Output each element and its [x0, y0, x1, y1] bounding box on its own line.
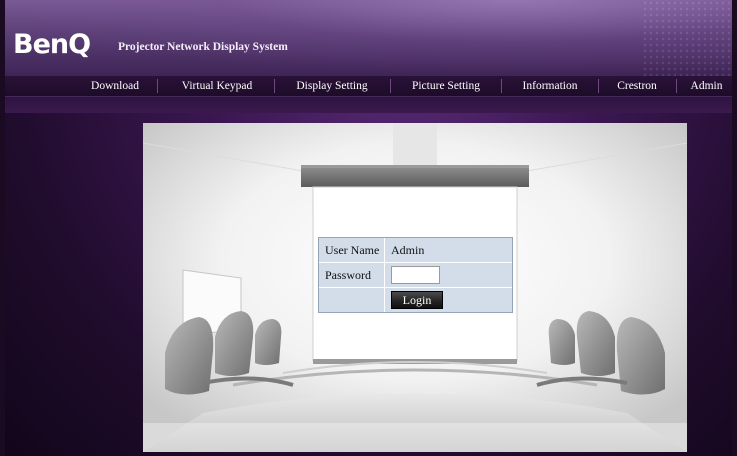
- product-title: Projector Network Display System: [118, 41, 288, 53]
- empty-cell: [319, 288, 385, 312]
- login-form: User Name Admin Password Login: [318, 237, 513, 313]
- header-decoration: [642, 0, 732, 76]
- nav-virtual-keypad[interactable]: Virtual Keypad: [167, 76, 267, 96]
- nav-subband: [5, 97, 732, 113]
- benq-logo: BenQ: [13, 29, 91, 60]
- password-cell: [385, 263, 512, 287]
- nav-information[interactable]: Information: [508, 76, 592, 96]
- nav-picture-setting[interactable]: Picture Setting: [397, 76, 495, 96]
- header: BenQ Projector Network Display System: [5, 0, 732, 76]
- nav-separator: [390, 79, 391, 93]
- username-value: Admin: [385, 238, 512, 262]
- nav-separator: [274, 79, 275, 93]
- password-row: Password: [319, 263, 512, 288]
- nav-separator: [501, 79, 502, 93]
- login-button-cell: Login: [385, 288, 512, 312]
- nav-download[interactable]: Download: [80, 76, 150, 96]
- nav-admin[interactable]: Admin: [681, 76, 732, 96]
- nav-separator: [598, 79, 599, 93]
- nav-separator: [157, 79, 158, 93]
- password-label: Password: [319, 263, 385, 287]
- content-panel: User Name Admin Password Login: [143, 123, 687, 452]
- login-button-row: Login: [319, 288, 512, 312]
- username-row: User Name Admin: [319, 238, 512, 263]
- nav-crestron[interactable]: Crestron: [603, 76, 671, 96]
- password-field[interactable]: [391, 266, 440, 284]
- nav-display-setting[interactable]: Display Setting: [281, 76, 383, 96]
- login-button[interactable]: Login: [391, 291, 443, 309]
- nav-separator: [676, 79, 677, 93]
- page-frame: BenQ Projector Network Display System Do…: [5, 0, 732, 456]
- main-nav: Download Virtual Keypad Display Setting …: [5, 76, 732, 97]
- username-label: User Name: [319, 238, 385, 262]
